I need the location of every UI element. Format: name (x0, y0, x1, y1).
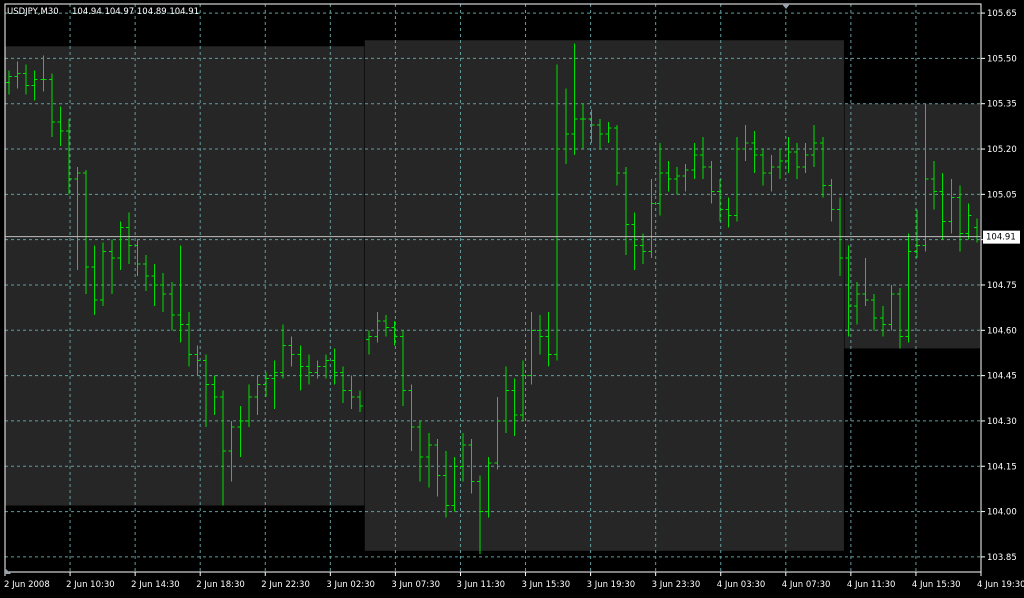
y-tick-label: 104.45 (987, 372, 1017, 382)
x-tick-label: 2 Jun 22:30 (261, 580, 310, 590)
chart-symbol: USDJPY,M30 (7, 7, 59, 17)
y-tick-label: 105.05 (987, 190, 1017, 200)
x-tick-label: 4 Jun 07:30 (782, 580, 831, 590)
x-tick-label: 2 Jun 2008 (4, 580, 50, 590)
x-tick-label: 3 Jun 19:30 (587, 580, 636, 590)
y-tick-label: 104.30 (987, 417, 1017, 427)
y-tick-label: 105.35 (987, 100, 1017, 110)
x-tick-label: 3 Jun 07:30 (391, 580, 440, 590)
x-tick-label: 3 Jun 23:30 (652, 580, 701, 590)
y-tick-label: 104.00 (987, 508, 1017, 518)
session-box (5, 46, 365, 506)
y-tick-label: 104.15 (987, 462, 1017, 472)
x-tick-label: 2 Jun 14:30 (131, 580, 180, 590)
x-tick-label: 3 Jun 02:30 (326, 580, 375, 590)
x-tick-label: 3 Jun 11:30 (456, 580, 505, 590)
y-tick-label: 105.50 (987, 54, 1017, 64)
session-boxes (5, 40, 980, 551)
chart-canvas: 105.65105.50105.35105.20105.05104.90104.… (0, 0, 1024, 594)
x-tick-label: 2 Jun 10:30 (66, 580, 115, 590)
y-tick-label: 104.60 (987, 326, 1017, 336)
x-tick-label: 3 Jun 15:30 (522, 580, 571, 590)
x-tick-label: 4 Jun 15:30 (912, 580, 961, 590)
x-tick-label: 4 Jun 03:30 (717, 580, 766, 590)
y-tick-label: 104.75 (987, 281, 1017, 291)
x-tick-label: 2 Jun 18:30 (196, 580, 245, 590)
current-price-marker: 104.91 (983, 230, 1020, 244)
x-tick-label: 4 Jun 11:30 (847, 580, 896, 590)
x-tick-label: 4 Jun 19:30 (977, 580, 1024, 590)
y-tick-label: 105.65 (987, 9, 1017, 19)
y-tick-label: 105.20 (987, 145, 1017, 155)
y-tick-label: 103.85 (987, 553, 1017, 563)
chart: 105.65105.50105.35105.20105.05104.90104.… (0, 0, 1024, 594)
session-box (364, 40, 844, 551)
current-price-label: 104.91 (986, 233, 1016, 243)
chart-ohlc: 104.94 104.97 104.89 104.91 (72, 7, 199, 17)
